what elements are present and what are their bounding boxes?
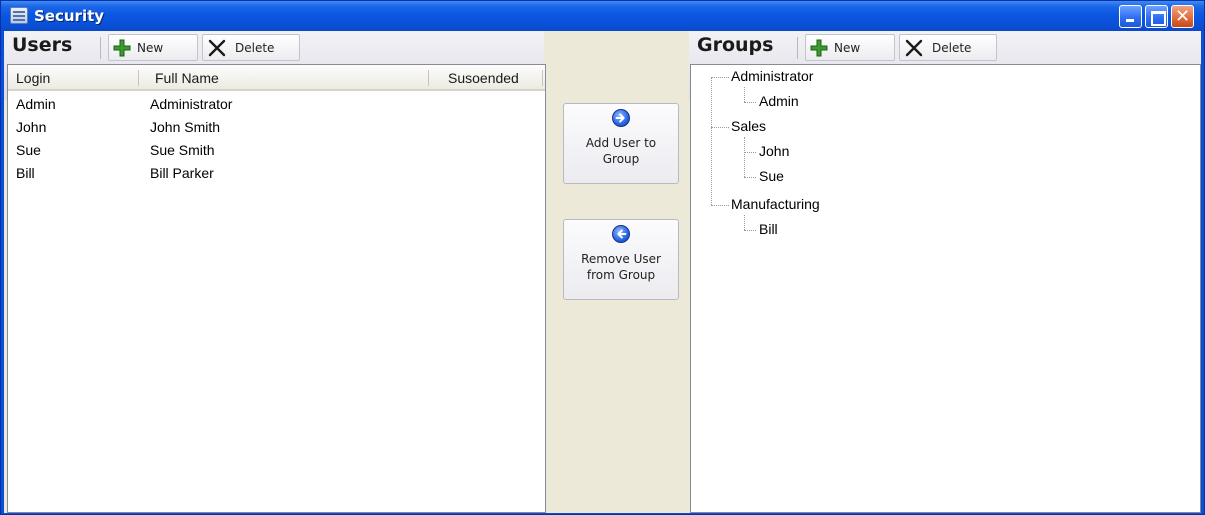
table-row[interactable]: John John Smith (8, 117, 545, 140)
tree-connector (711, 127, 729, 128)
tree-group-administrator[interactable]: Administrator (731, 68, 813, 84)
window-app-icon (10, 7, 28, 24)
arrow-right-icon (612, 109, 630, 127)
add-user-label-line1: Add User to (585, 136, 657, 150)
users-grid[interactable]: Login Full Name Susoended Admin Administ… (7, 64, 546, 513)
cell-full-name: Bill Parker (150, 165, 214, 181)
window-title: Security (34, 7, 105, 25)
x-icon (208, 39, 226, 57)
tree-connector (744, 177, 756, 178)
remove-user-label-line1: Remove User (581, 252, 661, 266)
table-row[interactable]: Bill Bill Parker (8, 163, 545, 186)
maximize-button[interactable] (1145, 5, 1168, 28)
plus-icon (113, 39, 131, 57)
column-separator[interactable] (138, 70, 139, 86)
new-user-button[interactable]: New (108, 34, 198, 61)
tree-connector (744, 152, 756, 153)
column-header-full-name[interactable]: Full Name (155, 70, 219, 86)
delete-user-label: Delete (235, 41, 275, 55)
remove-user-label-line2: from Group (586, 268, 656, 282)
column-separator[interactable] (428, 70, 429, 86)
cell-login: Bill (16, 165, 35, 181)
tree-member-admin[interactable]: Admin (759, 93, 799, 109)
tree-connector (744, 87, 745, 102)
tree-connector (711, 77, 729, 78)
tree-connector (744, 215, 745, 230)
cell-login: Sue (16, 142, 41, 158)
cell-login: Admin (16, 96, 56, 112)
close-icon: ✕ (1174, 6, 1191, 27)
tree-member-sue[interactable]: Sue (759, 168, 784, 184)
delete-group-button[interactable]: Delete (899, 34, 997, 61)
tree-group-sales[interactable]: Sales (731, 118, 766, 134)
table-row[interactable]: Admin Administrator (8, 94, 545, 117)
cell-full-name: John Smith (150, 119, 221, 135)
tree-member-bill[interactable]: Bill (759, 221, 778, 237)
users-title: Users (12, 34, 73, 56)
toolbar-separator (797, 37, 798, 59)
remove-user-from-group-button[interactable]: Remove User from Group (563, 219, 679, 300)
add-user-to-group-button[interactable]: Add User to Group (563, 103, 679, 184)
cell-full-name: Sue Smith (150, 142, 215, 158)
cell-login: John (16, 119, 47, 135)
security-window: Security ✕ Users New Delete Login Full N… (0, 0, 1205, 515)
delete-group-label: Delete (932, 41, 972, 55)
close-button[interactable]: ✕ (1171, 5, 1194, 28)
new-user-label: New (137, 41, 164, 55)
delete-user-button[interactable]: Delete (202, 34, 300, 61)
tree-member-john[interactable]: John (759, 143, 789, 159)
tree-connector (744, 137, 745, 177)
users-grid-header: Login Full Name Susoended (8, 65, 545, 91)
x-icon (905, 39, 923, 57)
tree-connector (744, 230, 756, 231)
client-area: Users New Delete Login Full Name Susoend… (4, 31, 1201, 513)
arrow-left-icon (612, 225, 630, 243)
middle-actions: Add User to Group Remove User from Group (550, 31, 686, 513)
groups-tree[interactable]: Administrator Admin Sales John Sue Manuf… (690, 64, 1201, 513)
table-row[interactable]: Sue Sue Smith (8, 140, 545, 163)
groups-title: Groups (697, 34, 774, 56)
toolbar-separator (100, 37, 101, 59)
new-group-button[interactable]: New (805, 34, 895, 61)
minimize-button[interactable] (1119, 5, 1142, 28)
add-user-label-line2: Group (602, 152, 640, 166)
column-separator[interactable] (542, 70, 543, 86)
cell-full-name: Administrator (150, 96, 233, 112)
column-header-login[interactable]: Login (16, 70, 50, 86)
tree-group-manufacturing[interactable]: Manufacturing (731, 196, 820, 212)
plus-icon (810, 39, 828, 57)
column-header-suspended[interactable]: Susoended (448, 70, 519, 86)
tree-connector (711, 205, 729, 206)
tree-connector (711, 77, 712, 205)
tree-connector (744, 102, 756, 103)
title-bar[interactable]: Security ✕ (1, 1, 1204, 31)
new-group-label: New (834, 41, 861, 55)
